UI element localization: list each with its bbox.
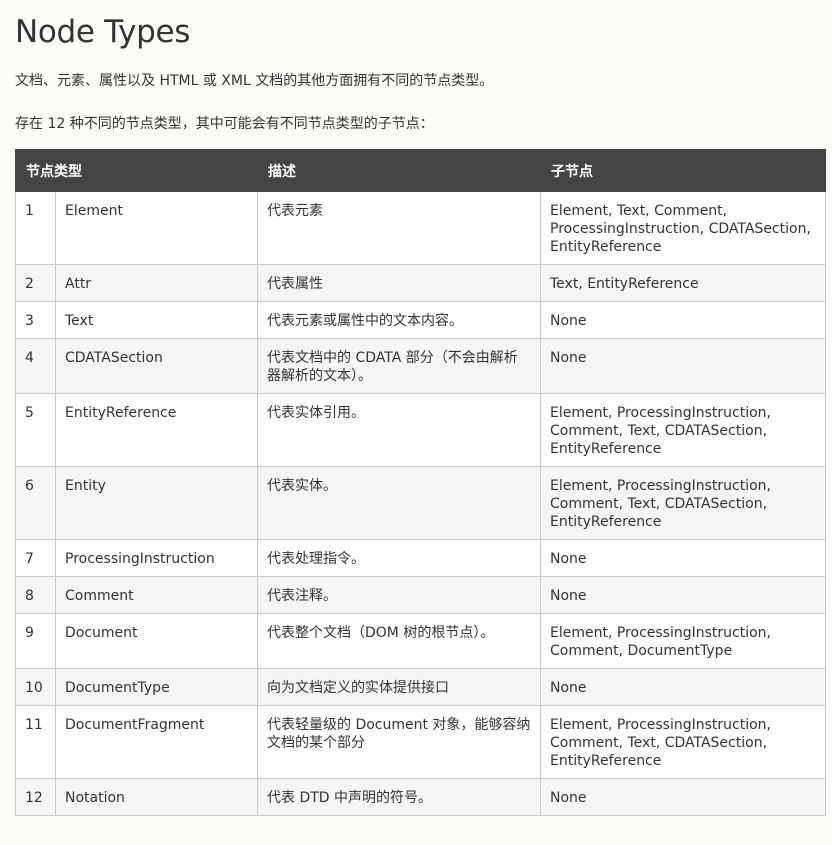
node-type-number: 8 xyxy=(15,576,56,614)
node-type-number: 6 xyxy=(15,466,56,540)
node-children: None xyxy=(540,668,826,706)
node-type-number: 2 xyxy=(15,264,56,302)
intro-paragraph: 文档、元素、属性以及 HTML 或 XML 文档的其他方面拥有不同的节点类型。 xyxy=(15,73,494,89)
node-type-name: DocumentFragment xyxy=(55,705,258,779)
node-types-table: 节点类型 描述 子节点 1 Element 代表元素 Element, Text, C… xyxy=(15,149,826,816)
node-type-name: Text xyxy=(55,301,258,339)
table-row: 11 DocumentFragment 代表轻量级的 Document 对象，能够容… xyxy=(15,705,826,779)
node-description: 向为文档定义的实体提供接口 xyxy=(257,668,541,706)
node-type-name: Attr xyxy=(55,264,258,302)
node-children: Element, ProcessingInstruction, Comment,… xyxy=(540,466,826,540)
table-row: 7 ProcessingInstruction 代表处理指令。 None xyxy=(15,539,826,577)
node-type-number: 12 xyxy=(15,778,56,816)
node-type-number: 10 xyxy=(15,668,56,706)
node-description: 代表轻量级的 Document 对象，能够容纳文档的某个部分 xyxy=(257,705,541,779)
node-type-number: 9 xyxy=(15,613,56,669)
node-description: 代表文档中的 CDATA 部分（不会由解析器解析的文本）。 xyxy=(257,338,541,394)
table-row: 8 Comment 代表注释。 None xyxy=(15,576,826,614)
node-description: 代表实体引用。 xyxy=(257,393,541,467)
node-type-name: DocumentType xyxy=(55,668,258,706)
node-type-name: ProcessingInstruction xyxy=(55,539,258,577)
node-type-number: 1 xyxy=(15,191,56,265)
node-children: None xyxy=(540,778,826,816)
table-row: 10 DocumentType 向为文档定义的实体提供接口 None xyxy=(15,668,826,706)
table-row: 1 Element 代表元素 Element, Text, Comment, Proc… xyxy=(15,191,826,265)
node-children: Element, ProcessingInstruction, Comment,… xyxy=(540,613,826,669)
header-description: 描述 xyxy=(257,149,541,192)
node-description: 代表 DTD 中声明的符号。 xyxy=(257,778,541,816)
table-row: 3 Text 代表元素或属性中的文本内容。 None xyxy=(15,301,826,339)
node-type-name: Comment xyxy=(55,576,258,614)
table-row: 6 Entity 代表实体。 Element, ProcessingInstructi… xyxy=(15,466,826,540)
node-children: Element, Text, Comment, ProcessingInstru… xyxy=(540,191,826,265)
table-row: 2 Attr 代表属性 Text, EntityReference xyxy=(15,264,826,302)
node-children: None xyxy=(540,539,826,577)
node-children: None xyxy=(540,301,826,339)
node-description: 代表元素或属性中的文本内容。 xyxy=(257,301,541,339)
node-type-name: Document xyxy=(55,613,258,669)
header-children: 子节点 xyxy=(540,149,826,192)
node-type-number: 3 xyxy=(15,301,56,339)
table-row: 9 Document 代表整个文档（DOM 树的根节点）。 Element, Proc… xyxy=(15,613,826,669)
table-row: 4 CDATASection 代表文档中的 CDATA 部分（不会由解析器解析的文本… xyxy=(15,338,826,394)
node-children: None xyxy=(540,576,826,614)
page-title: Node Types xyxy=(15,14,191,50)
node-children: Text, EntityReference xyxy=(540,264,826,302)
node-children: Element, ProcessingInstruction, Comment,… xyxy=(540,705,826,779)
node-description: 代表属性 xyxy=(257,264,541,302)
intro-paragraph-count: 存在 12 种不同的节点类型，其中可能会有不同节点类型的子节点： xyxy=(15,116,434,132)
node-type-name: CDATASection xyxy=(55,338,258,394)
node-description: 代表元素 xyxy=(257,191,541,265)
node-description: 代表实体。 xyxy=(257,466,541,540)
node-description: 代表整个文档（DOM 树的根节点）。 xyxy=(257,613,541,669)
node-type-number: 4 xyxy=(15,338,56,394)
node-children: Element, ProcessingInstruction, Comment,… xyxy=(540,393,826,467)
node-type-number: 11 xyxy=(15,705,56,779)
node-type-number: 5 xyxy=(15,393,56,467)
node-type-name: Notation xyxy=(55,778,258,816)
table-body: 1 Element 代表元素 Element, Text, Comment, Proc… xyxy=(15,191,826,816)
node-type-name: Entity xyxy=(55,466,258,540)
node-children: None xyxy=(540,338,826,394)
node-type-name: EntityReference xyxy=(55,393,258,467)
node-type-name: Element xyxy=(55,191,258,265)
table-row: 5 EntityReference 代表实体引用。 Element, Processi… xyxy=(15,393,826,467)
node-description: 代表注释。 xyxy=(257,576,541,614)
node-type-number: 7 xyxy=(15,539,56,577)
table-header-row: 节点类型 描述 子节点 xyxy=(15,149,826,192)
main-content: Node Types 文档、元素、属性以及 HTML 或 XML 文档的其他方面… xyxy=(15,0,826,816)
header-node-type: 节点类型 xyxy=(15,149,258,192)
node-description: 代表处理指令。 xyxy=(257,539,541,577)
table-row: 12 Notation 代表 DTD 中声明的符号。 None xyxy=(15,778,826,816)
